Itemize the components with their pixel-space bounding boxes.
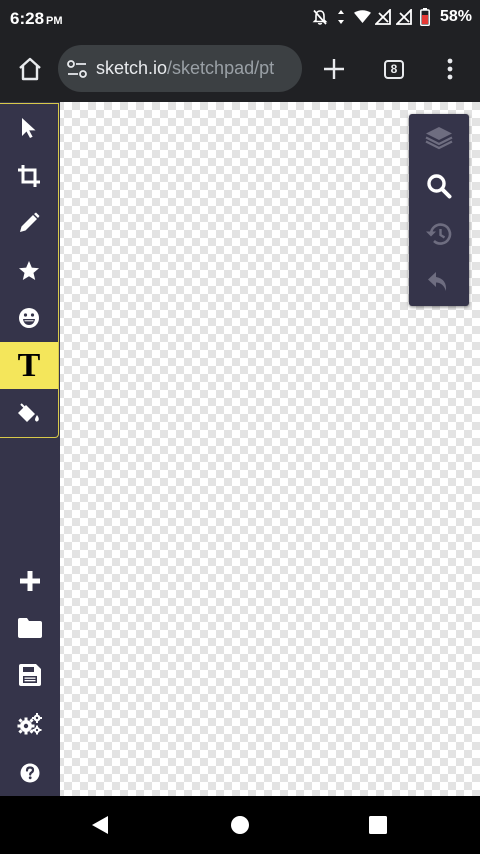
history-icon [426, 222, 452, 245]
data-arrows-icon [333, 8, 350, 26]
no-signal-icon [375, 8, 392, 26]
layers-icon [425, 126, 453, 149]
more-menu-button[interactable] [430, 49, 470, 89]
url-text: sketch.io/sketchpad/pt [96, 58, 274, 79]
system-nav-bar [0, 796, 480, 854]
undo-button[interactable] [409, 258, 469, 305]
home-icon [19, 57, 41, 81]
home-circle-icon [231, 816, 249, 834]
plus-icon [20, 571, 40, 591]
crop-icon [18, 164, 40, 187]
gears-icon [17, 713, 42, 735]
pencil-icon [20, 212, 40, 232]
zoom-button[interactable] [409, 162, 469, 209]
text-T-icon: T [17, 346, 41, 384]
clock-time: 6:28 [10, 9, 45, 28]
folder-icon [18, 618, 42, 638]
browser-toolbar: sketch.io/sketchpad/pt 8 [0, 36, 480, 102]
stamp-tool-button[interactable] [0, 247, 58, 294]
arrow-pointer-icon [22, 117, 36, 138]
text-tool-button[interactable]: T [0, 342, 58, 389]
left-toolbar: T [0, 102, 60, 796]
recents-button[interactable] [358, 808, 398, 842]
fill-tool-button[interactable] [0, 390, 58, 437]
status-time: 6:28 PM [10, 9, 63, 29]
floppy-disk-icon [19, 664, 41, 686]
home-button[interactable] [10, 49, 50, 89]
tab-count: 8 [390, 62, 398, 76]
new-tab-button[interactable] [316, 49, 352, 89]
grin-emoji-icon [19, 307, 39, 328]
open-button[interactable] [0, 605, 60, 651]
undo-icon [428, 271, 447, 291]
pencil-tool-button[interactable] [0, 199, 58, 246]
back-triangle-icon [92, 816, 108, 834]
right-panel [409, 114, 469, 306]
layers-button[interactable] [409, 114, 469, 161]
notifications-off-icon [312, 8, 329, 26]
back-button[interactable] [80, 808, 120, 842]
status-icons: 58% [312, 8, 472, 26]
url-path: /sketchpad/pt [167, 58, 275, 78]
question-circle-icon [20, 763, 40, 783]
site-settings-icon[interactable] [66, 58, 88, 80]
recents-square-icon [369, 816, 387, 834]
tabs-icon: 8 [384, 59, 404, 79]
more-vert-icon [447, 58, 453, 80]
plus-icon [324, 59, 344, 79]
home-nav-button[interactable] [220, 808, 260, 842]
search-icon [427, 173, 452, 198]
star-icon [19, 260, 39, 280]
save-button[interactable] [0, 652, 60, 698]
new-button[interactable] [0, 558, 60, 604]
sketch-app: T [0, 102, 480, 796]
history-button[interactable] [409, 210, 469, 257]
battery-saver-icon [417, 8, 434, 26]
clock-ampm: PM [46, 15, 63, 27]
address-bar[interactable]: sketch.io/sketchpad/pt [58, 45, 302, 92]
battery-percent: 58% [439, 8, 472, 25]
help-button[interactable] [0, 750, 60, 796]
tool-group: T [0, 103, 59, 438]
paint-bucket-icon [18, 402, 39, 422]
crop-tool-button[interactable] [0, 152, 58, 199]
no-signal-icon [396, 8, 413, 26]
tab-switcher-button[interactable]: 8 [374, 49, 414, 89]
status-bar: 6:28 PM 58% [0, 0, 480, 36]
wifi-icon [353, 8, 371, 26]
select-tool-button[interactable] [0, 104, 58, 151]
settings-button[interactable] [0, 701, 60, 747]
url-host: sketch.io [96, 58, 168, 78]
emoji-tool-button[interactable] [0, 294, 58, 341]
